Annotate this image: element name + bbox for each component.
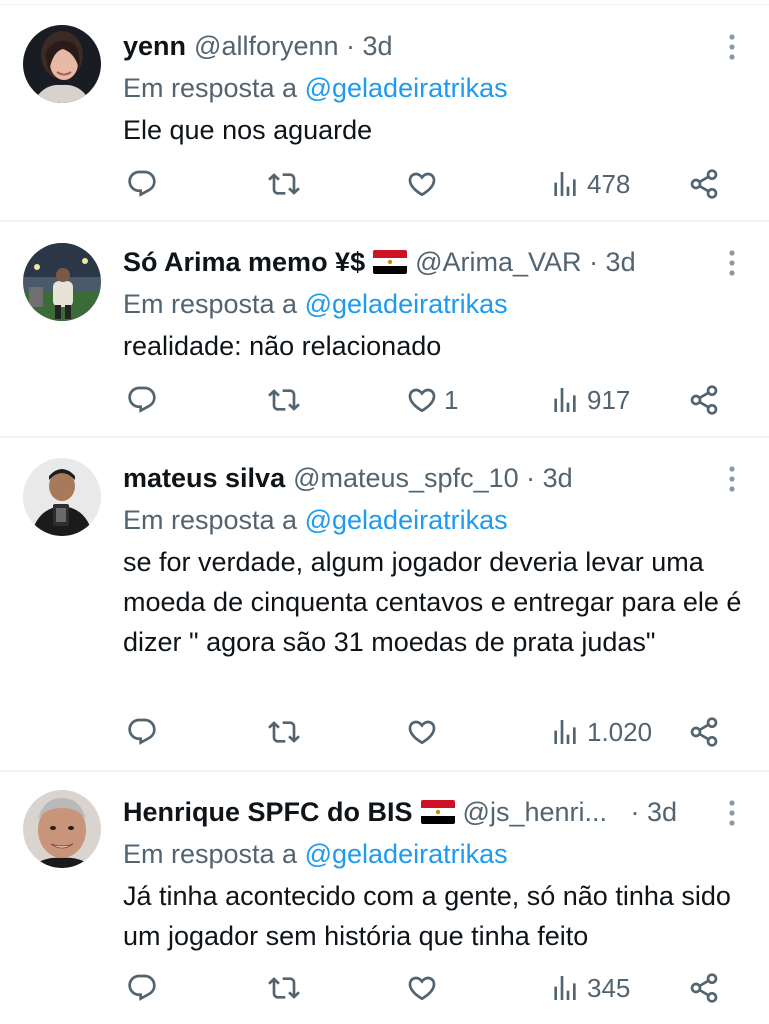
like-count: 1	[444, 384, 459, 415]
like-icon	[408, 172, 436, 197]
more-icon[interactable]	[727, 798, 737, 828]
view-count: 1.020	[587, 716, 653, 747]
user-handle[interactable]: @js_henri...	[463, 797, 607, 827]
retweet-icon	[268, 389, 300, 411]
reply-prefix: Em resposta a	[123, 73, 298, 103]
tweet-header: Henrique SPFC do BIS @js_henri... · 3d	[123, 792, 721, 832]
like-button[interactable]	[406, 968, 444, 1008]
reply-mention[interactable]: @geladeiratrikas	[305, 73, 508, 103]
view-count: 478	[587, 168, 631, 199]
share-icon	[690, 385, 718, 415]
share-icon	[690, 169, 718, 199]
user-handle[interactable]: @mateus_spfc_10	[293, 463, 519, 493]
reply-prefix: Em resposta a	[123, 839, 298, 869]
action-bar: 345	[0, 968, 769, 1008]
reply-context: Em resposta a @geladeiratrikas	[123, 834, 508, 874]
reply-context: Em resposta a @geladeiratrikas	[123, 284, 508, 324]
display-name[interactable]: Henrique SPFC do BIS	[123, 797, 413, 827]
top-divider	[0, 4, 769, 5]
like-button[interactable]: 1	[406, 380, 458, 420]
tweet-text: Já tinha acontecido com a gente, só não …	[123, 881, 731, 951]
views-icon	[554, 976, 576, 1000]
like-button[interactable]	[406, 712, 444, 752]
timestamp[interactable]: · 3d	[346, 31, 393, 61]
timestamp[interactable]: · 3d	[589, 247, 636, 277]
reply-tweet[interactable]: mateus silva @mateus_spfc_10 · 3d Em resp…	[0, 438, 769, 772]
tweet-header: Só Arima memo ¥$ @Arima_VAR · 3d	[123, 242, 709, 282]
reply-button[interactable]	[126, 712, 158, 752]
tweet-text: Ele que nos aguarde	[123, 115, 373, 145]
retweet-button[interactable]	[268, 712, 300, 752]
avatar[interactable]	[23, 458, 101, 536]
retweet-button[interactable]	[268, 380, 300, 420]
like-icon	[408, 720, 436, 745]
share-button[interactable]	[688, 380, 720, 420]
reply-button[interactable]	[126, 164, 158, 204]
reply-tweet[interactable]: Só Arima memo ¥$ @Arima_VAR · 3d Em respo…	[0, 222, 769, 438]
like-button[interactable]	[406, 164, 444, 204]
display-name[interactable]: mateus silva	[123, 463, 285, 493]
more-icon[interactable]	[727, 248, 737, 278]
share-button[interactable]	[688, 712, 720, 752]
reply-mention[interactable]: @geladeiratrikas	[305, 505, 508, 535]
reply-mention[interactable]: @geladeiratrikas	[305, 839, 508, 869]
more-icon[interactable]	[727, 32, 737, 62]
egypt-flag-icon	[373, 250, 408, 274]
like-icon	[408, 976, 436, 1001]
retweet-icon	[268, 977, 300, 999]
user-handle[interactable]: @allforyenn	[194, 31, 338, 61]
retweet-button[interactable]	[268, 968, 300, 1008]
share-button[interactable]	[688, 968, 720, 1008]
reply-button[interactable]	[126, 380, 158, 420]
views-button[interactable]: 1.020	[549, 712, 652, 752]
reply-icon	[128, 718, 156, 745]
views-button[interactable]: 478	[549, 164, 630, 204]
views-icon	[554, 172, 576, 196]
share-button[interactable]	[688, 164, 720, 204]
action-bar: 1 917	[0, 380, 769, 420]
avatar[interactable]	[23, 790, 101, 868]
reply-mention[interactable]: @geladeiratrikas	[305, 289, 508, 319]
view-count: 917	[587, 384, 631, 415]
reply-icon	[128, 386, 156, 413]
views-icon	[554, 720, 576, 744]
like-icon	[408, 388, 436, 413]
reply-icon	[128, 170, 156, 197]
views-icon	[554, 388, 576, 412]
egypt-flag-icon	[420, 800, 455, 824]
avatar[interactable]	[23, 243, 101, 321]
more-icon[interactable]	[727, 464, 737, 494]
tweet-text: realidade: não relacionado	[123, 331, 442, 361]
tweet-text: se for verdade, algum jogador deveria le…	[123, 547, 742, 657]
reply-prefix: Em resposta a	[123, 505, 298, 535]
retweet-icon	[268, 173, 300, 195]
views-button[interactable]: 345	[549, 968, 630, 1008]
reply-tweet[interactable]: yenn @allforyenn · 3d Em resposta a @gela…	[0, 6, 769, 222]
display-name[interactable]: Só Arima memo ¥$	[123, 247, 365, 277]
views-button[interactable]: 917	[549, 380, 630, 420]
reply-context: Em resposta a @geladeiratrikas	[123, 500, 508, 540]
reply-prefix: Em resposta a	[123, 289, 298, 319]
view-count: 345	[587, 972, 631, 1003]
reply-button[interactable]	[126, 968, 158, 1008]
avatar[interactable]	[23, 25, 101, 103]
display-name[interactable]: yenn	[123, 31, 186, 61]
user-handle[interactable]: @Arima_VAR	[415, 247, 581, 277]
share-icon	[690, 973, 718, 1003]
tweet-header: yenn @allforyenn · 3d	[123, 26, 709, 66]
timestamp[interactable]: · 3d	[526, 463, 573, 493]
reply-icon	[128, 974, 156, 1001]
retweet-icon	[268, 721, 300, 743]
share-icon	[690, 717, 718, 747]
reply-tweet[interactable]: Henrique SPFC do BIS @js_henri... · 3d Em…	[0, 772, 769, 1024]
timestamp[interactable]: · 3d	[631, 797, 678, 827]
action-bar: 1.020	[0, 712, 769, 752]
retweet-button[interactable]	[268, 164, 300, 204]
reply-context: Em resposta a @geladeiratrikas	[123, 68, 508, 108]
tweet-header: mateus silva @mateus_spfc_10 · 3d	[123, 458, 709, 498]
action-bar: 478	[0, 164, 769, 204]
